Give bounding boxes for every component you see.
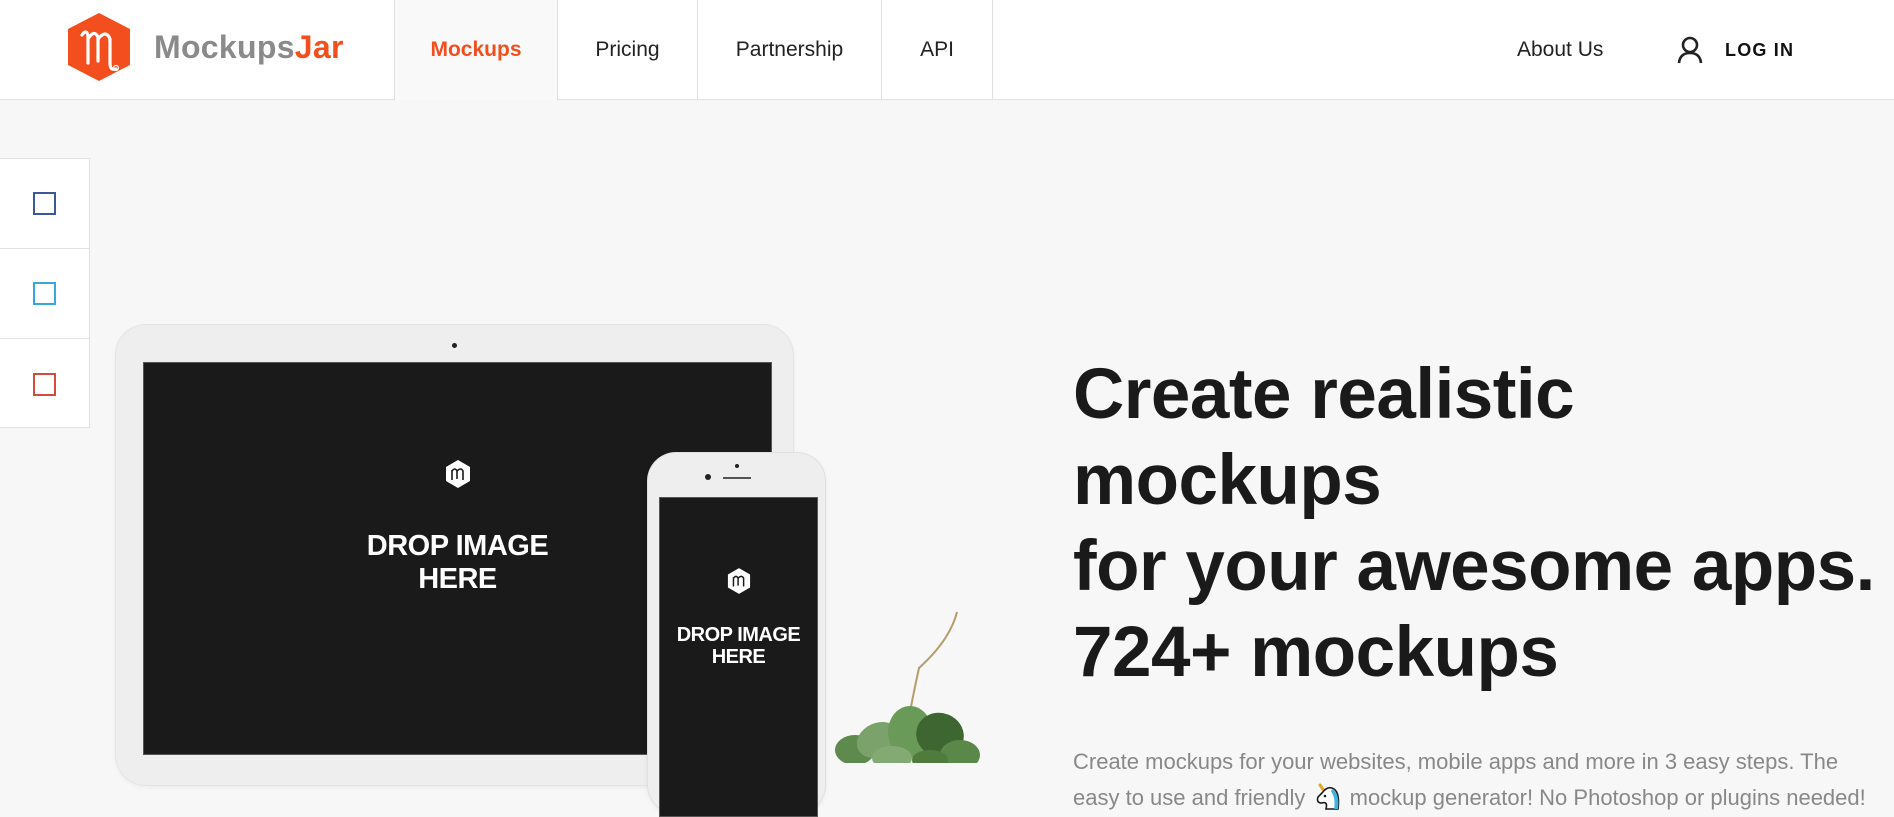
logo-text: MockupsJar xyxy=(154,28,344,65)
share-pinterest-button[interactable] xyxy=(0,339,89,429)
phone-sensor xyxy=(735,464,739,468)
hero-title-line: for your awesome apps. xyxy=(1073,527,1875,606)
hero-title: Create realistic mockups for your awesom… xyxy=(1073,352,1893,696)
nav-label: About Us xyxy=(1517,38,1604,61)
drop-image-text: DROP IMAGE HERE xyxy=(676,624,801,668)
tablet-camera xyxy=(452,343,457,348)
nav-label: API xyxy=(920,38,954,61)
nav-about-us[interactable]: About Us xyxy=(1517,0,1603,100)
mockupsjar-logo-icon xyxy=(68,13,130,81)
phone-speaker xyxy=(723,477,751,479)
hero-section: Create realistic mockups for your awesom… xyxy=(1073,352,1893,816)
nav-mockups[interactable]: Mockups xyxy=(394,0,558,100)
share-bar xyxy=(0,158,90,428)
plant-decoration xyxy=(835,611,980,763)
nav-label: Pricing xyxy=(595,38,660,61)
drop-zone-content: DROP IMAGE HERE xyxy=(660,568,817,668)
login-label: LOG IN xyxy=(1725,39,1795,60)
share-twitter-button[interactable] xyxy=(0,249,89,339)
mockupsjar-logo-icon xyxy=(445,460,470,488)
mockupsjar-logo-icon xyxy=(727,568,750,594)
pinterest-icon xyxy=(33,372,56,396)
nav-label: Mockups xyxy=(430,38,522,61)
logo[interactable]: MockupsJar xyxy=(66,12,344,82)
drop-image-text: DROP IMAGE HERE xyxy=(366,530,549,595)
login-button[interactable]: LOG IN xyxy=(1677,0,1794,100)
hero-title-line: 724+ mockups xyxy=(1073,613,1559,692)
nav-label: Partnership xyxy=(735,38,844,61)
unicorn-icon xyxy=(1316,783,1339,810)
facebook-icon xyxy=(33,192,56,215)
hero-title-line: Create realistic mockups xyxy=(1073,355,1575,520)
phone-drop-zone[interactable]: DROP IMAGE HERE xyxy=(659,497,818,817)
phone-mockup: DROP IMAGE HERE xyxy=(648,453,825,817)
nav-api[interactable]: API xyxy=(882,0,993,100)
phone-camera xyxy=(705,474,711,480)
site-header: MockupsJar Mockups Pricing Partnership A… xyxy=(0,0,1894,100)
user-icon xyxy=(1677,36,1703,64)
twitter-icon xyxy=(33,282,56,305)
share-facebook-button[interactable] xyxy=(0,159,89,249)
nav-partnership[interactable]: Partnership xyxy=(698,0,882,100)
nav-pricing[interactable]: Pricing xyxy=(558,0,698,100)
hero-description: Create mockups for your websites, mobile… xyxy=(1073,749,1866,810)
